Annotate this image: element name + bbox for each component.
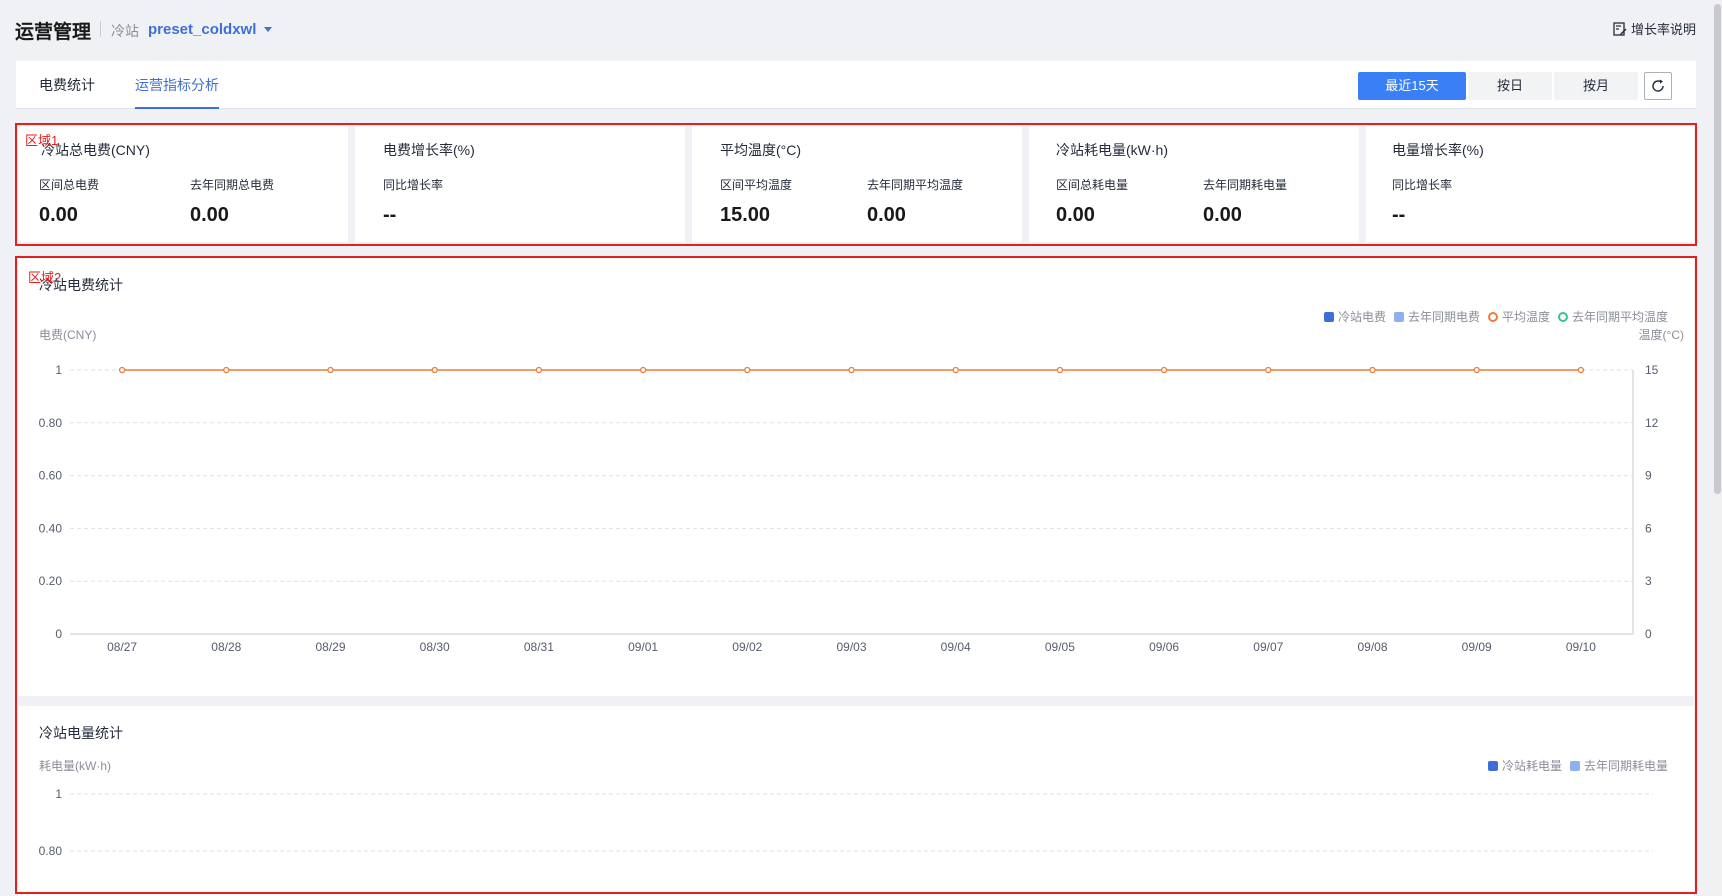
title-divider [100, 21, 101, 37]
range-by-day-button[interactable]: 按日 [1468, 72, 1552, 100]
region-1-outline [15, 123, 1697, 246]
refresh-button[interactable] [1644, 72, 1672, 100]
station-name: preset_coldxwl [148, 20, 257, 38]
range-by-month-button[interactable]: 按月 [1554, 72, 1638, 100]
refresh-icon [1652, 79, 1664, 92]
edit-note-icon [1613, 21, 1627, 36]
app: 运营管理 冷站 preset_coldxwl 增长率说明 电费统计 运营指标分析… [0, 0, 1722, 896]
chevron-down-icon [264, 26, 273, 32]
region-1-tag: 区域1 [25, 133, 59, 148]
help-link-label: 增长率说明 [1630, 22, 1696, 37]
tab-operation-indicator-analysis[interactable]: 运营指标分析 [135, 61, 219, 109]
region-2-outline [15, 256, 1697, 894]
growth-rate-help-link[interactable]: 增长率说明 [1613, 19, 1696, 38]
page-header: 运营管理 冷站 preset_coldxwl 增长率说明 [0, 0, 1722, 58]
tab-fee-statistics[interactable]: 电费统计 [39, 61, 95, 109]
scrollbar-thumb[interactable] [1714, 4, 1721, 494]
station-label: 冷站 [111, 23, 139, 39]
region-2-tag: 区域2 [28, 270, 62, 285]
tab-bar: 电费统计 运营指标分析 最近15天 按日 按月 [16, 61, 1696, 109]
station-dropdown[interactable]: preset_coldxwl [148, 18, 273, 40]
range-last-15-days-button[interactable]: 最近15天 [1358, 72, 1466, 100]
page-title: 运营管理 [15, 22, 92, 43]
